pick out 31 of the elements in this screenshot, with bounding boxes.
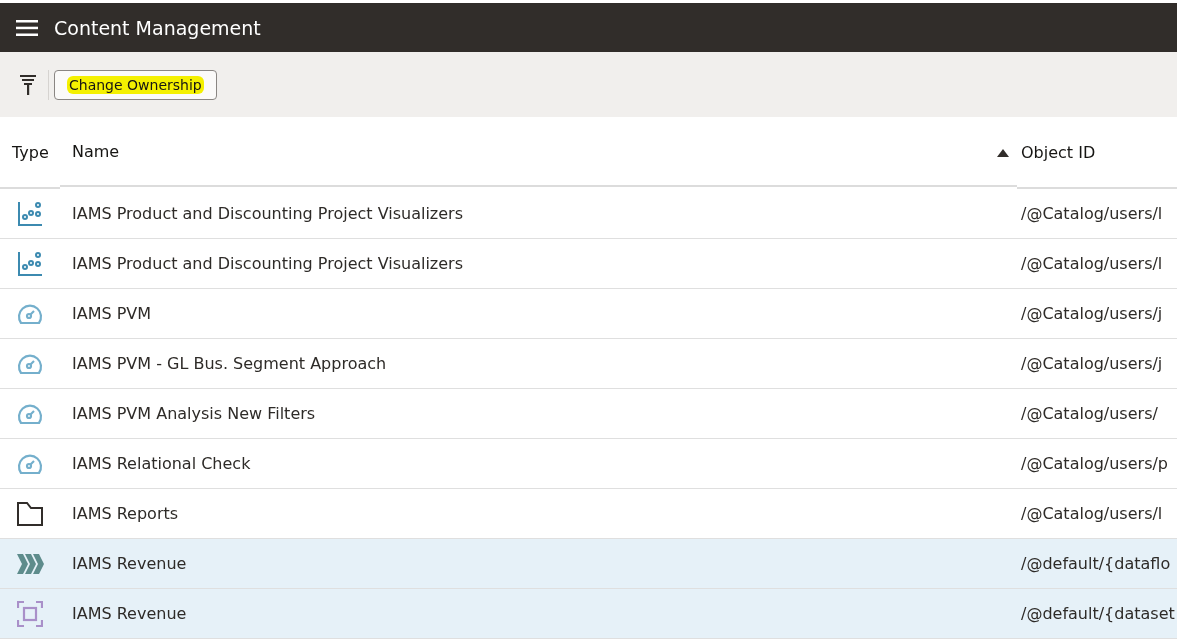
column-header[interactable]: Object ID <box>1021 142 1096 162</box>
object-id: /@Catalog/users/j <box>1021 354 1163 373</box>
object-id: /@Catalog/users/ <box>1021 404 1158 423</box>
column-header[interactable]: Name <box>72 142 120 161</box>
item-name: IAMS Product and Discounting Project Visualizers <box>72 254 463 273</box>
object-id: /@Catalog/users/p <box>1021 454 1168 473</box>
object-id: /@default/{dataflo <box>1021 554 1171 573</box>
menu-icon[interactable] <box>16 19 38 36</box>
filter-icon[interactable] <box>20 74 36 95</box>
object-id: /@Catalog/users/j <box>1021 304 1163 323</box>
scatter-chart-icon <box>17 250 43 277</box>
item-name: IAMS Revenue <box>72 554 187 573</box>
object-id: /@Catalog/users/l <box>1021 254 1163 273</box>
object-id: /@default/{dataset <box>1021 604 1175 623</box>
object-id: /@Catalog/users/l <box>1021 204 1163 223</box>
scatter-chart-icon <box>17 200 43 227</box>
item-name: IAMS PVM <box>72 304 152 323</box>
column-header[interactable]: Type <box>12 142 49 162</box>
item-name: IAMS PVM - GL Bus. Segment Approach <box>72 354 387 373</box>
item-name: IAMS Revenue <box>72 604 187 623</box>
item-name: IAMS Product and Discounting Project Visualizers <box>72 204 463 223</box>
object-id: /@Catalog/users/l <box>1021 504 1163 523</box>
sort-up-icon[interactable] <box>997 149 1009 157</box>
item-name: IAMS Relational Check <box>72 454 251 473</box>
chevrons-icon <box>17 553 45 574</box>
folder-icon <box>17 501 43 526</box>
frame-square-icon <box>17 600 43 627</box>
change-ownership-button[interactable]: Change Ownership <box>54 69 217 100</box>
item-name: IAMS PVM Analysis New Filters <box>72 404 316 423</box>
item-name: IAMS Reports <box>72 504 179 523</box>
page-title: Content Management <box>54 16 261 39</box>
